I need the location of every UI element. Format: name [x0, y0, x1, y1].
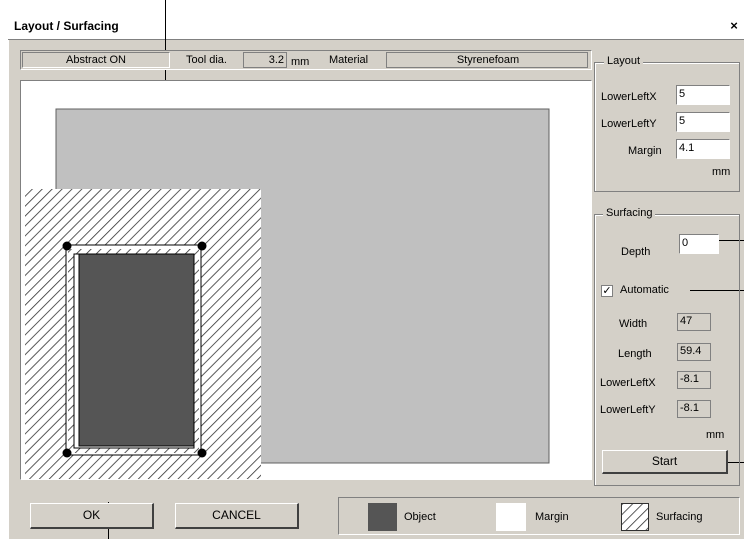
material-text: Styrenefoam	[456, 54, 520, 66]
close-button[interactable]: ×	[727, 19, 741, 33]
tool-diameter-value: 3.2	[243, 52, 287, 68]
start-button[interactable]: Start	[602, 450, 728, 474]
layout-preview-svg	[25, 108, 550, 479]
tool-diameter-label: Tool dia.	[186, 54, 227, 66]
legend-object-swatch	[368, 503, 397, 531]
depth-input[interactable]: 0	[679, 234, 719, 254]
corner-handle-tl	[62, 241, 72, 251]
width-value: 47	[677, 313, 711, 331]
object-area	[78, 253, 195, 447]
automatic-label[interactable]: Automatic	[620, 284, 669, 296]
layout-unit-label: mm	[712, 166, 731, 178]
preview-canvas[interactable]	[20, 80, 592, 480]
surf-unit-label: mm	[706, 429, 725, 441]
layout-margin-label: Margin	[628, 145, 662, 157]
layout-lowerlefty-input[interactable]: 5	[676, 112, 730, 132]
legend-surfacing-swatch	[621, 503, 649, 531]
automatic-checkbox[interactable]: ✓	[601, 285, 613, 297]
surfacing-group	[594, 214, 740, 486]
length-label: Length	[618, 348, 652, 360]
dialog-title: Layout / Surfacing	[14, 19, 119, 33]
legend-surfacing-label: Surfacing	[656, 511, 703, 523]
ok-button[interactable]: OK	[30, 503, 154, 529]
tool-diameter-text: 3.2	[268, 54, 284, 66]
layout-group-title: Layout	[604, 55, 644, 67]
width-label: Width	[619, 318, 648, 330]
legend-margin-label: Margin	[535, 511, 569, 523]
layout-lowerleftx-input[interactable]: 5	[676, 85, 730, 105]
corner-handle-bl	[62, 448, 72, 458]
abstract-mode-text: Abstract ON	[66, 54, 126, 66]
layout-margin-input[interactable]: 4.1	[676, 139, 730, 159]
corner-handle-br	[197, 448, 207, 458]
surf-lowerlefty-label: LowerLeftY	[600, 404, 656, 416]
surf-lowerlefty-value: -8.1	[677, 400, 711, 418]
legend-object-label: Object	[404, 511, 436, 523]
depth-label: Depth	[621, 246, 651, 258]
material-label: Material	[329, 54, 369, 66]
surfacing-group-title: Surfacing	[603, 207, 656, 219]
corner-handle-tr	[197, 241, 207, 251]
surf-lowerleftx-value: -8.1	[677, 371, 711, 389]
material-value: Styrenefoam	[386, 52, 588, 68]
abstract-mode-status: Abstract ON	[22, 52, 170, 68]
layout-lowerleftx-label: LowerLeftX	[601, 91, 657, 103]
legend-margin-swatch	[496, 503, 526, 531]
tool-unit-label: mm	[291, 56, 310, 68]
layout-lowerlefty-label: LowerLeftY	[601, 118, 657, 130]
surf-lowerleftx-label: LowerLeftX	[600, 377, 656, 389]
surfacing-hatch-icon	[622, 504, 648, 530]
length-value: 59.4	[677, 343, 711, 361]
cancel-button[interactable]: CANCEL	[175, 503, 299, 529]
